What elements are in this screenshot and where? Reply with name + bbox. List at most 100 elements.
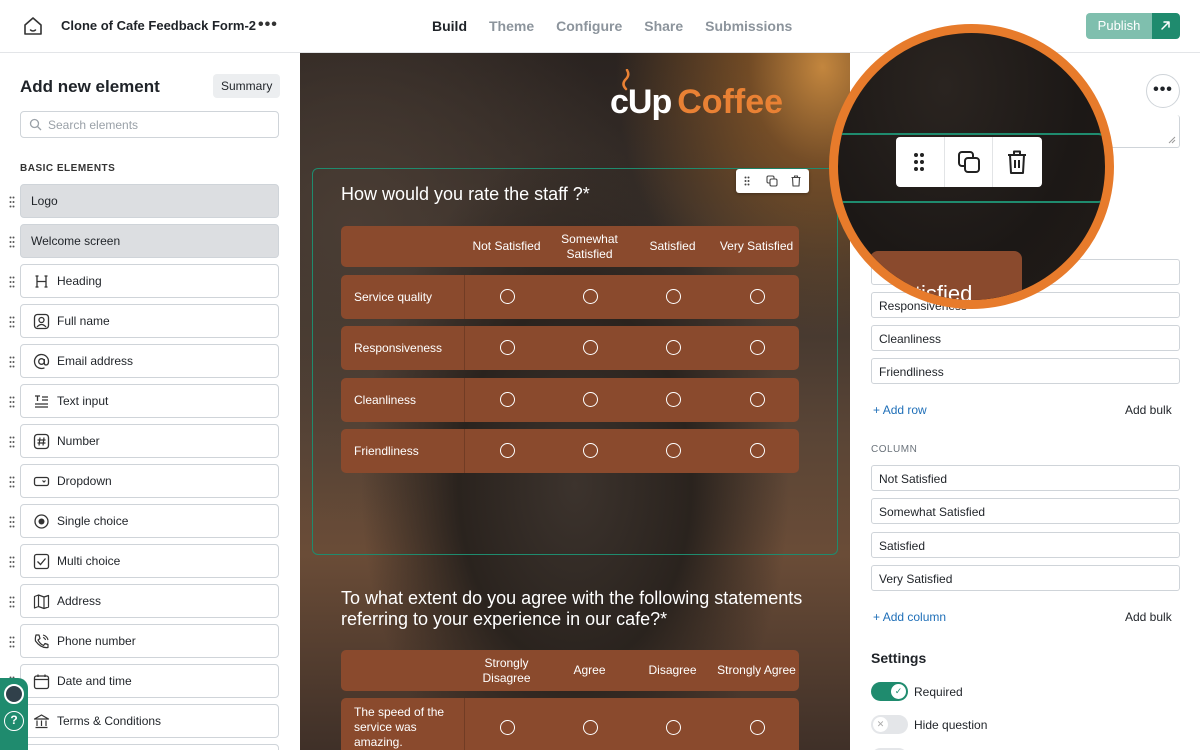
radio-option[interactable] <box>583 340 598 355</box>
radio-option[interactable] <box>583 392 598 407</box>
row-divider <box>464 429 465 473</box>
matrix-row: Friendliness <box>341 429 799 473</box>
column-input[interactable]: Satisfied <box>871 532 1180 558</box>
section-label: BASIC ELEMENTS <box>20 163 116 174</box>
drag-handle-icon[interactable] <box>9 436 15 448</box>
tab-share[interactable]: Share <box>644 18 683 34</box>
column-header: Not Satisfied <box>472 239 541 253</box>
radio-option[interactable] <box>500 340 515 355</box>
radio-option[interactable] <box>666 443 681 458</box>
radio-option[interactable] <box>750 443 765 458</box>
row-label: Friendliness <box>354 444 419 458</box>
radio-option[interactable] <box>666 720 681 735</box>
row-input[interactable]: Friendliness <box>871 358 1180 384</box>
publish-button[interactable]: Publish <box>1086 13 1152 39</box>
element-label: Terms & Conditions <box>57 714 162 728</box>
element-heading[interactable]: Heading <box>9 264 279 298</box>
radio-option[interactable] <box>583 443 598 458</box>
zoom-question-toolbar <box>896 137 1042 187</box>
delete-icon[interactable] <box>790 175 802 187</box>
radio-option[interactable] <box>750 289 765 304</box>
drag-handle-icon[interactable] <box>9 476 15 488</box>
column-input[interactable]: Not Satisfied <box>871 465 1180 491</box>
drag-handle-icon[interactable] <box>9 316 15 328</box>
bank-icon <box>33 714 50 729</box>
radio-option[interactable] <box>583 720 598 735</box>
element-multi-choice[interactable]: Multi choice <box>9 544 279 578</box>
radio-option[interactable] <box>750 392 765 407</box>
column-header: Strongly Agree <box>717 663 796 677</box>
resize-handle-icon[interactable] <box>1168 136 1176 144</box>
radio-option[interactable] <box>500 720 515 735</box>
drag-handle-icon[interactable] <box>9 276 15 288</box>
hash-icon <box>33 433 50 450</box>
element-label: Date and time <box>57 674 132 688</box>
radio-option[interactable] <box>583 289 598 304</box>
duplicate-icon[interactable] <box>957 150 981 174</box>
element-label: Phone number <box>57 634 136 648</box>
drag-handle-icon[interactable] <box>9 596 15 608</box>
element-single-choice[interactable]: Single choice <box>9 504 279 538</box>
element-dropdown[interactable]: Dropdown <box>9 464 279 498</box>
add-bulk-rows-button[interactable]: Add bulk <box>1125 403 1172 417</box>
form-more-button[interactable]: ••• <box>258 16 278 34</box>
tab-theme[interactable]: Theme <box>489 18 534 34</box>
row-input[interactable]: Cleanliness <box>871 325 1180 351</box>
row-label: Cleanliness <box>354 393 417 407</box>
column-input[interactable]: Very Satisfied <box>871 565 1180 591</box>
hide-question-toggle[interactable]: ✕ <box>871 715 908 734</box>
element-terms-conditions[interactable]: Terms & Conditions <box>9 704 279 738</box>
element-welcome-screen[interactable]: Welcome screen <box>9 224 279 258</box>
radio-option[interactable] <box>666 340 681 355</box>
element-logo[interactable]: Logo <box>9 184 279 218</box>
element-number[interactable]: Number <box>9 424 279 458</box>
drag-handle-icon[interactable] <box>9 516 15 528</box>
radio-option[interactable] <box>666 392 681 407</box>
tab-submissions[interactable]: Submissions <box>705 18 792 34</box>
add-row-button[interactable]: + Add row <box>873 403 927 417</box>
column-input[interactable]: Somewhat Satisfied <box>871 498 1180 524</box>
radio-option[interactable] <box>666 289 681 304</box>
home-icon[interactable] <box>22 15 44 37</box>
tab-configure[interactable]: Configure <box>556 18 622 34</box>
drag-handle-icon[interactable] <box>9 196 15 208</box>
help-button[interactable]: ? <box>4 711 24 731</box>
radio-option[interactable] <box>750 340 765 355</box>
add-column-button[interactable]: + Add column <box>873 610 946 624</box>
radio-option[interactable] <box>500 289 515 304</box>
delete-icon[interactable] <box>1005 149 1029 175</box>
column-header: Somewhat Satisfied <box>561 232 618 261</box>
drag-handle-icon[interactable] <box>913 152 925 172</box>
question-more-button[interactable]: ••• <box>1146 74 1180 108</box>
drag-handle-icon[interactable] <box>9 556 15 568</box>
drag-handle-icon[interactable] <box>9 396 15 408</box>
radio-option[interactable] <box>500 443 515 458</box>
element-phone-number[interactable]: Phone number <box>9 624 279 658</box>
element-label: Email address <box>57 354 134 368</box>
element-text-input[interactable]: Text input <box>9 384 279 418</box>
calendar-icon <box>33 674 50 690</box>
duplicate-icon[interactable] <box>766 175 778 187</box>
row-divider <box>464 698 465 750</box>
radio-option[interactable] <box>750 720 765 735</box>
close-icon: ✕ <box>873 717 888 732</box>
element-label: Number <box>57 434 100 448</box>
search-input[interactable]: Search elements <box>20 111 279 138</box>
summary-button[interactable]: Summary <box>213 74 281 98</box>
element-full-name[interactable]: Full name <box>9 304 279 338</box>
drag-handle-icon[interactable] <box>9 636 15 648</box>
drag-handle-icon[interactable] <box>9 236 15 248</box>
element-date-and-time[interactable]: Date and time <box>9 664 279 698</box>
element-email-address[interactable]: Email address <box>9 344 279 378</box>
required-toggle[interactable]: ✓ <box>871 682 908 701</box>
drag-handle-icon[interactable] <box>9 356 15 368</box>
radio-option[interactable] <box>500 392 515 407</box>
element-address[interactable]: Address <box>9 584 279 618</box>
element-next[interactable] <box>20 744 279 750</box>
avatar[interactable] <box>4 684 24 704</box>
open-external-button[interactable] <box>1152 13 1180 39</box>
matrix-row: Service quality <box>341 275 799 319</box>
drag-handle-icon[interactable] <box>744 176 750 186</box>
add-bulk-columns-button[interactable]: Add bulk <box>1125 610 1172 624</box>
tab-build[interactable]: Build <box>432 18 467 34</box>
